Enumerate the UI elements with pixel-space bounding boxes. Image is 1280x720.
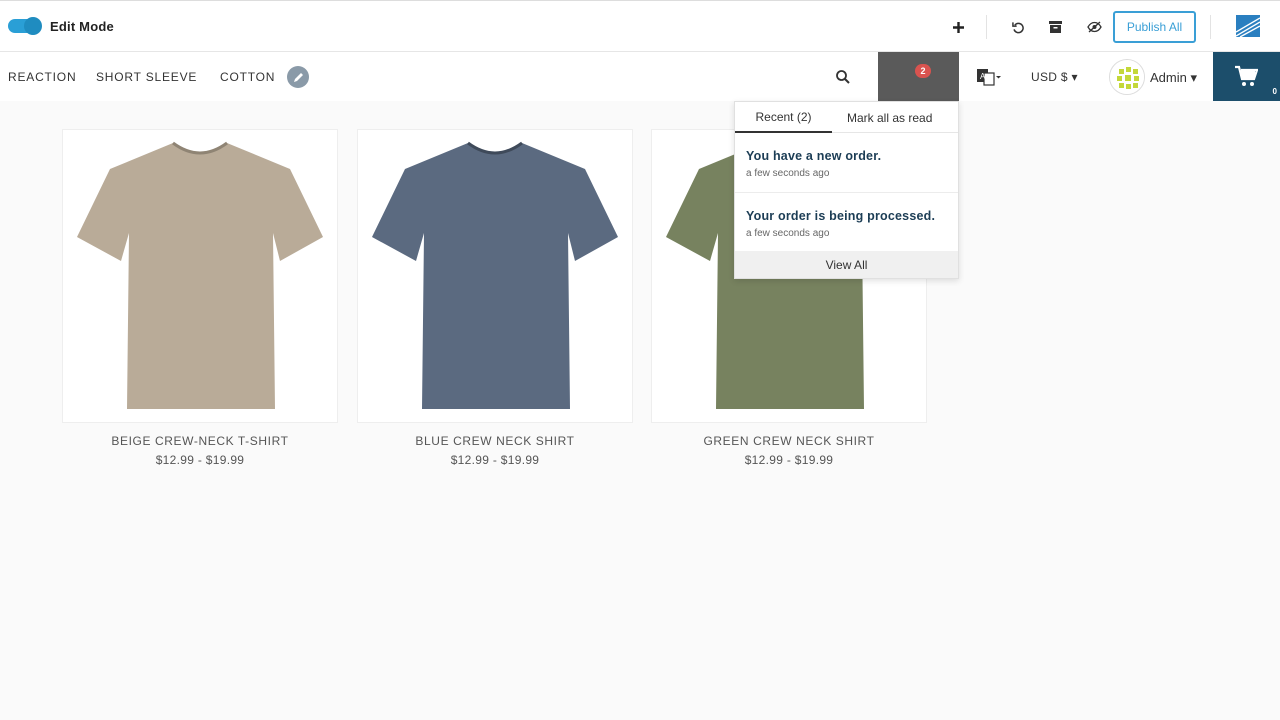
toolbar-divider	[986, 15, 987, 39]
notification-time: a few seconds ago	[746, 228, 830, 239]
search-icon[interactable]	[835, 69, 853, 87]
avatar[interactable]	[1109, 59, 1145, 95]
currency-label: USD $	[1031, 70, 1068, 84]
brand-logo[interactable]	[1235, 15, 1261, 38]
svg-text:A: A	[980, 72, 986, 81]
product-card[interactable]: BLUE CREW NECK SHIRT $12.99 - $19.99	[357, 129, 633, 467]
product-price: $12.99 - $19.99	[155, 453, 245, 467]
currency-selector[interactable]: USD $ ▾	[1031, 70, 1078, 84]
edit-mode-toggle[interactable]	[8, 17, 42, 35]
tag-link[interactable]: SHORT SLEEVE	[96, 70, 197, 84]
admin-bar: Edit Mode Publish All	[0, 0, 1280, 52]
notification-title: You have a new order.	[746, 149, 882, 163]
cart-button[interactable]: 0	[1213, 52, 1280, 101]
tag-link[interactable]: COTTON	[220, 70, 275, 84]
mark-all-read-link[interactable]: Mark all as read	[847, 111, 932, 125]
product-name[interactable]: GREEN CREW NECK SHIRT	[651, 434, 927, 448]
archive-icon[interactable]	[1044, 16, 1066, 38]
dropdown-header: Recent (2) Mark all as read	[735, 102, 958, 133]
cart-icon	[1235, 65, 1258, 86]
user-name: Admin	[1150, 70, 1187, 85]
notification-count-badge: 2	[915, 64, 931, 78]
notification-title: Your order is being processed.	[746, 209, 936, 223]
pencil-icon	[293, 72, 303, 82]
eye-slash-icon[interactable]	[1083, 16, 1105, 38]
product-name[interactable]: BEIGE CREW-NECK T-SHIRT	[62, 434, 338, 448]
notifications-dropdown: Recent (2) Mark all as read You have a n…	[734, 101, 959, 279]
product-price: $12.99 - $19.99	[744, 453, 834, 467]
toolbar-divider	[1210, 15, 1211, 39]
undo-icon[interactable]	[1007, 16, 1029, 38]
plus-icon[interactable]	[947, 16, 969, 38]
edit-mode-label: Edit Mode	[50, 19, 114, 34]
view-all-button[interactable]: View All	[735, 251, 958, 278]
product-price: $12.99 - $19.99	[450, 453, 540, 467]
notifications-button[interactable]: 2	[878, 52, 959, 101]
main-navbar: REACTION SHORT SLEEVE COTTON 2 A USD $ ▾	[0, 52, 1280, 101]
notification-time: a few seconds ago	[746, 168, 830, 179]
language-icon[interactable]: A	[975, 66, 1001, 88]
notification-item[interactable]: Your order is being processed. a few sec…	[735, 193, 958, 253]
toggle-knob[interactable]	[24, 17, 42, 35]
tag-link[interactable]: REACTION	[8, 70, 76, 84]
tab-recent[interactable]: Recent (2)	[735, 102, 832, 133]
product-image[interactable]	[62, 129, 338, 423]
product-card[interactable]: BEIGE CREW-NECK T-SHIRT $12.99 - $19.99	[62, 129, 338, 467]
product-name[interactable]: BLUE CREW NECK SHIRT	[357, 434, 633, 448]
edit-tags-button[interactable]	[287, 66, 309, 88]
user-menu[interactable]: Admin ▾	[1150, 70, 1197, 86]
product-image[interactable]	[357, 129, 633, 423]
cart-count: 0	[1272, 87, 1277, 96]
publish-all-button[interactable]: Publish All	[1113, 11, 1196, 43]
notification-item[interactable]: You have a new order. a few seconds ago	[735, 133, 958, 193]
